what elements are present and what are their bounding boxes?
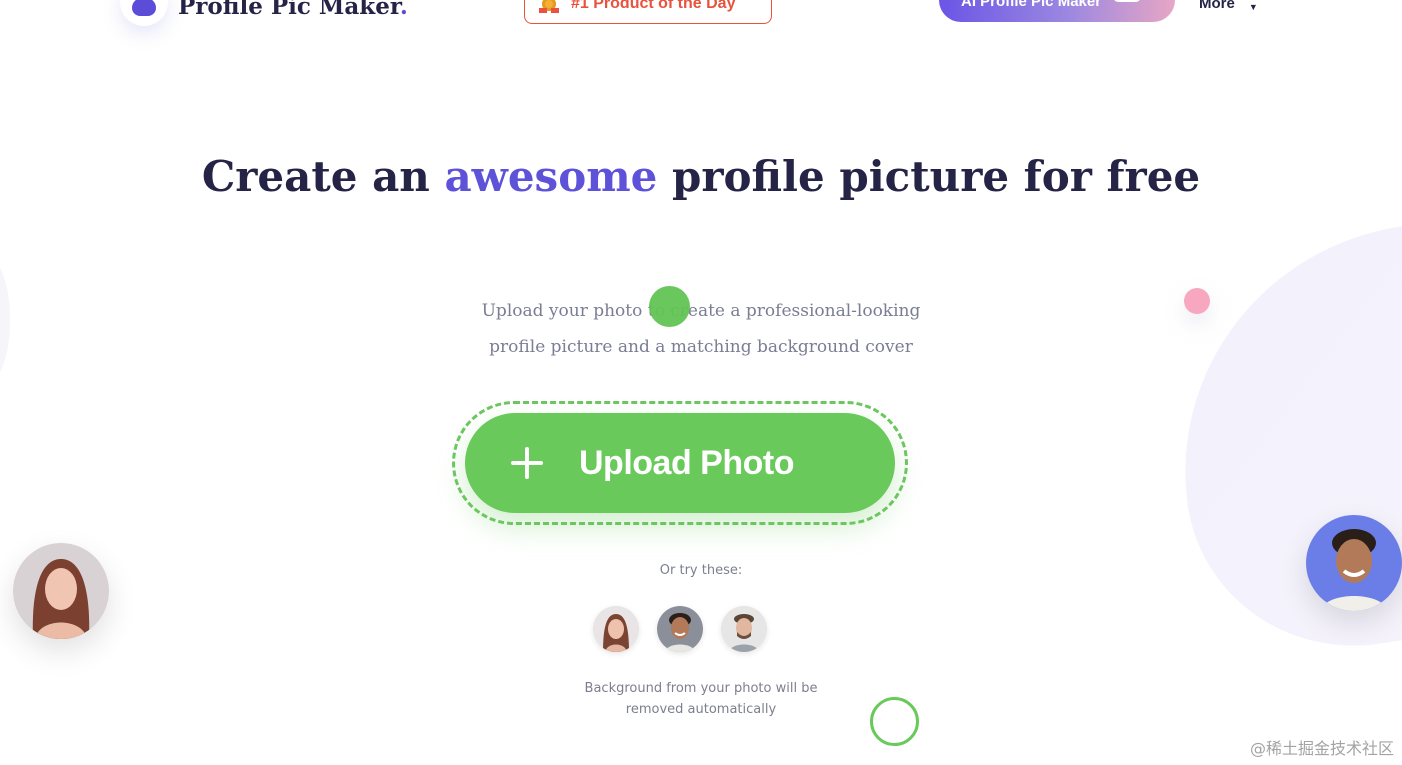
watermark: @稀土掘金技术社区 bbox=[1249, 739, 1394, 758]
woman-sample-image bbox=[593, 606, 639, 652]
smiling-man-sample-image bbox=[657, 606, 703, 652]
logo[interactable]: Profile Pic Maker. bbox=[120, 0, 408, 26]
cursor-indicator bbox=[649, 286, 690, 327]
new-badge: new bbox=[1113, 0, 1141, 2]
bearded-man-sample-image bbox=[721, 606, 767, 652]
plus-icon bbox=[511, 447, 543, 479]
medal-icon bbox=[539, 0, 559, 13]
woman-portrait bbox=[13, 543, 109, 639]
ai-profile-pic-maker-button[interactable]: AI Profile Pic Maker new bbox=[939, 0, 1175, 22]
subtitle: Upload your photo to create a profession… bbox=[0, 293, 1402, 365]
logo-dot: . bbox=[399, 0, 408, 20]
more-label: More bbox=[1199, 0, 1235, 12]
logo-icon bbox=[120, 0, 168, 26]
note-line-2: removed automatically bbox=[625, 702, 777, 717]
subtitle-line-2: profile picture and a matching backgroun… bbox=[489, 337, 913, 357]
floating-avatar-woman bbox=[13, 543, 109, 639]
subtitle-line-1: Upload your photo to create a profession… bbox=[481, 301, 921, 321]
page-title: Create an awesome profile picture for fr… bbox=[0, 146, 1402, 208]
badge-label: #1 Product of the Day bbox=[571, 0, 736, 12]
more-menu[interactable]: More ▼ bbox=[1199, 0, 1258, 12]
title-accent: awesome bbox=[444, 152, 658, 201]
sample-photo-smiling-man[interactable] bbox=[657, 606, 703, 652]
upload-photo-label: Upload Photo bbox=[579, 443, 794, 482]
or-try-text: Or try these: bbox=[659, 563, 743, 578]
upload-photo-button[interactable]: Upload Photo bbox=[465, 413, 895, 513]
logo-title: Profile Pic Maker bbox=[178, 0, 400, 20]
floating-avatar-man bbox=[1306, 515, 1402, 611]
logo-text: Profile Pic Maker. bbox=[178, 0, 408, 20]
note-line-1: Background from your photo will be bbox=[584, 681, 818, 696]
title-after: profile picture for free bbox=[672, 152, 1201, 201]
site-header: Profile Pic Maker. #1 Product of the Day… bbox=[0, 0, 1402, 60]
decor-green-ring bbox=[870, 697, 919, 746]
chevron-down-icon: ▼ bbox=[1248, 2, 1258, 12]
man-portrait bbox=[1306, 515, 1402, 611]
sample-photo-bearded-man[interactable] bbox=[721, 606, 767, 652]
product-of-day-badge[interactable]: #1 Product of the Day bbox=[524, 0, 772, 24]
logo-mark bbox=[132, 0, 156, 16]
ai-button-label: AI Profile Pic Maker bbox=[961, 0, 1102, 10]
sample-photos bbox=[593, 606, 767, 652]
title-before: Create an bbox=[201, 152, 430, 201]
background-removal-note: Background from your photo will be remov… bbox=[0, 678, 1402, 720]
sample-photo-woman[interactable] bbox=[593, 606, 639, 652]
